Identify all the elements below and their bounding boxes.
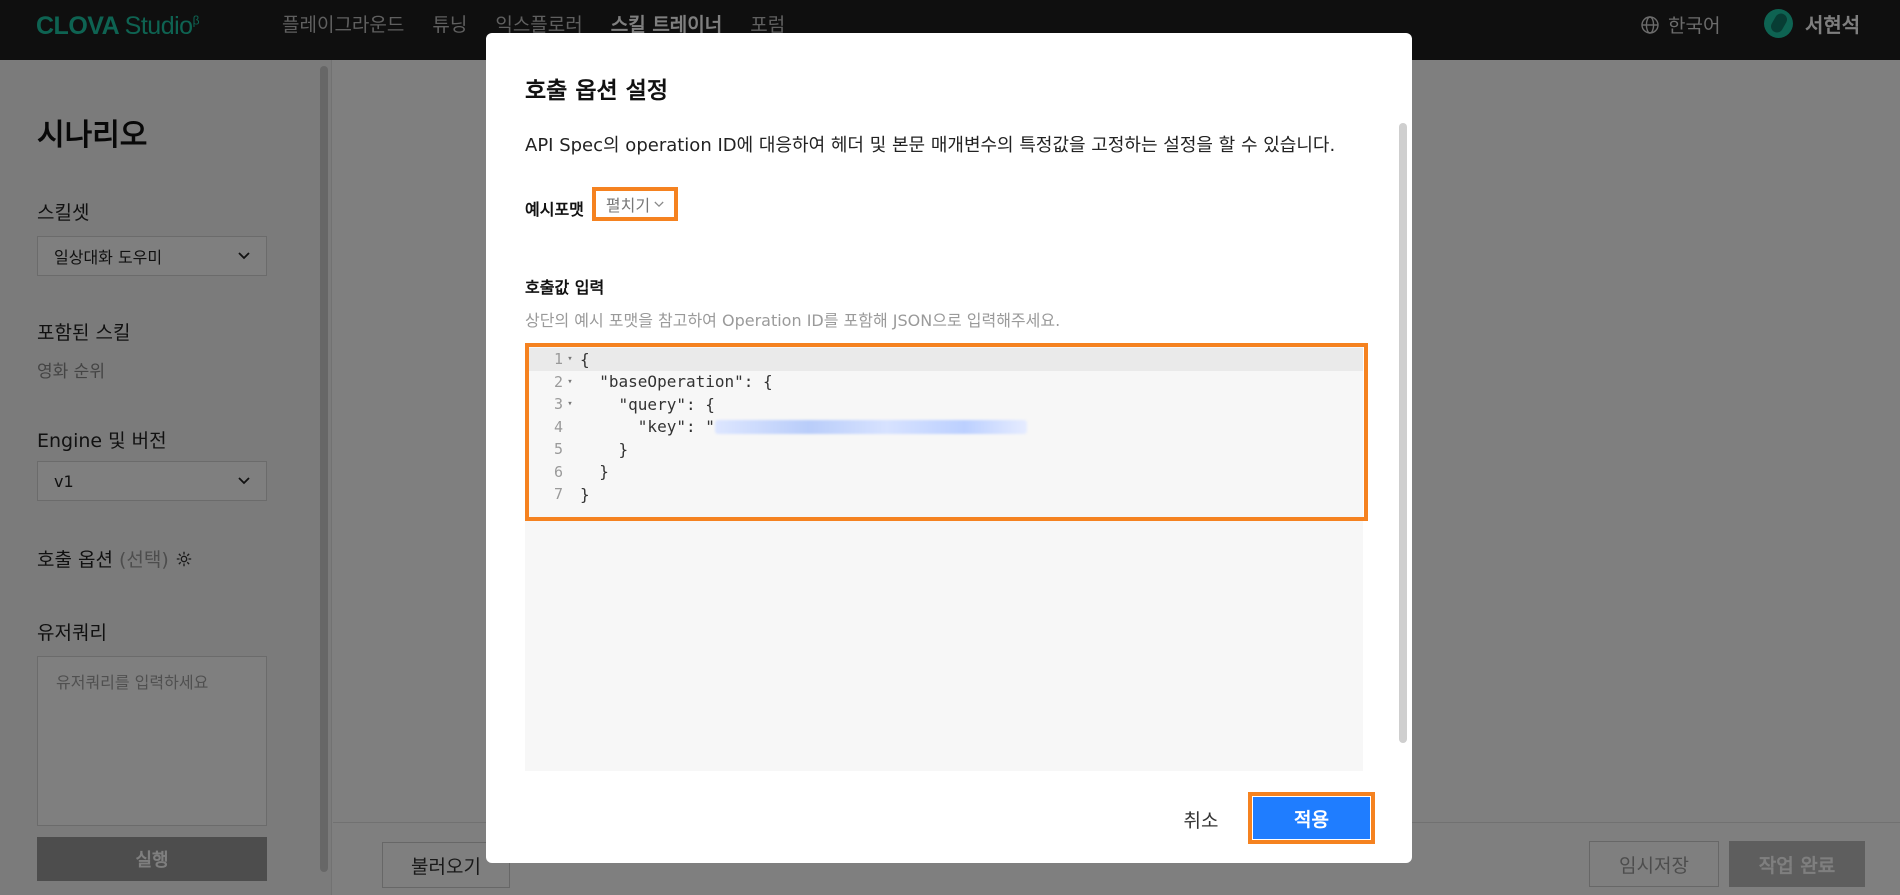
example-format-label: 예시포맷 [525,200,584,219]
example-format-toggle-label: 펼치기 [605,196,651,215]
input-label: 호출값 입력 [525,278,605,297]
chevron-down-icon [654,201,664,207]
editor-highlight-box [525,343,1368,521]
input-help-text: 상단의 예시 포맷을 참고하여 Operation ID를 포함해 JSON으로… [525,311,1061,330]
modal-description: API Spec의 operation ID에 대응하여 헤더 및 본문 매개변… [525,135,1336,156]
example-format-toggle[interactable]: 펼치기 [592,187,678,221]
modal-scrollbar[interactable] [1399,123,1407,743]
call-option-modal: 호출 옵션 설정 API Spec의 operation ID에 대응하여 헤더… [486,33,1412,863]
apply-button[interactable]: 적용 [1253,797,1370,839]
modal-title: 호출 옵션 설정 [525,78,668,104]
cancel-button[interactable]: 취소 [1176,802,1226,836]
